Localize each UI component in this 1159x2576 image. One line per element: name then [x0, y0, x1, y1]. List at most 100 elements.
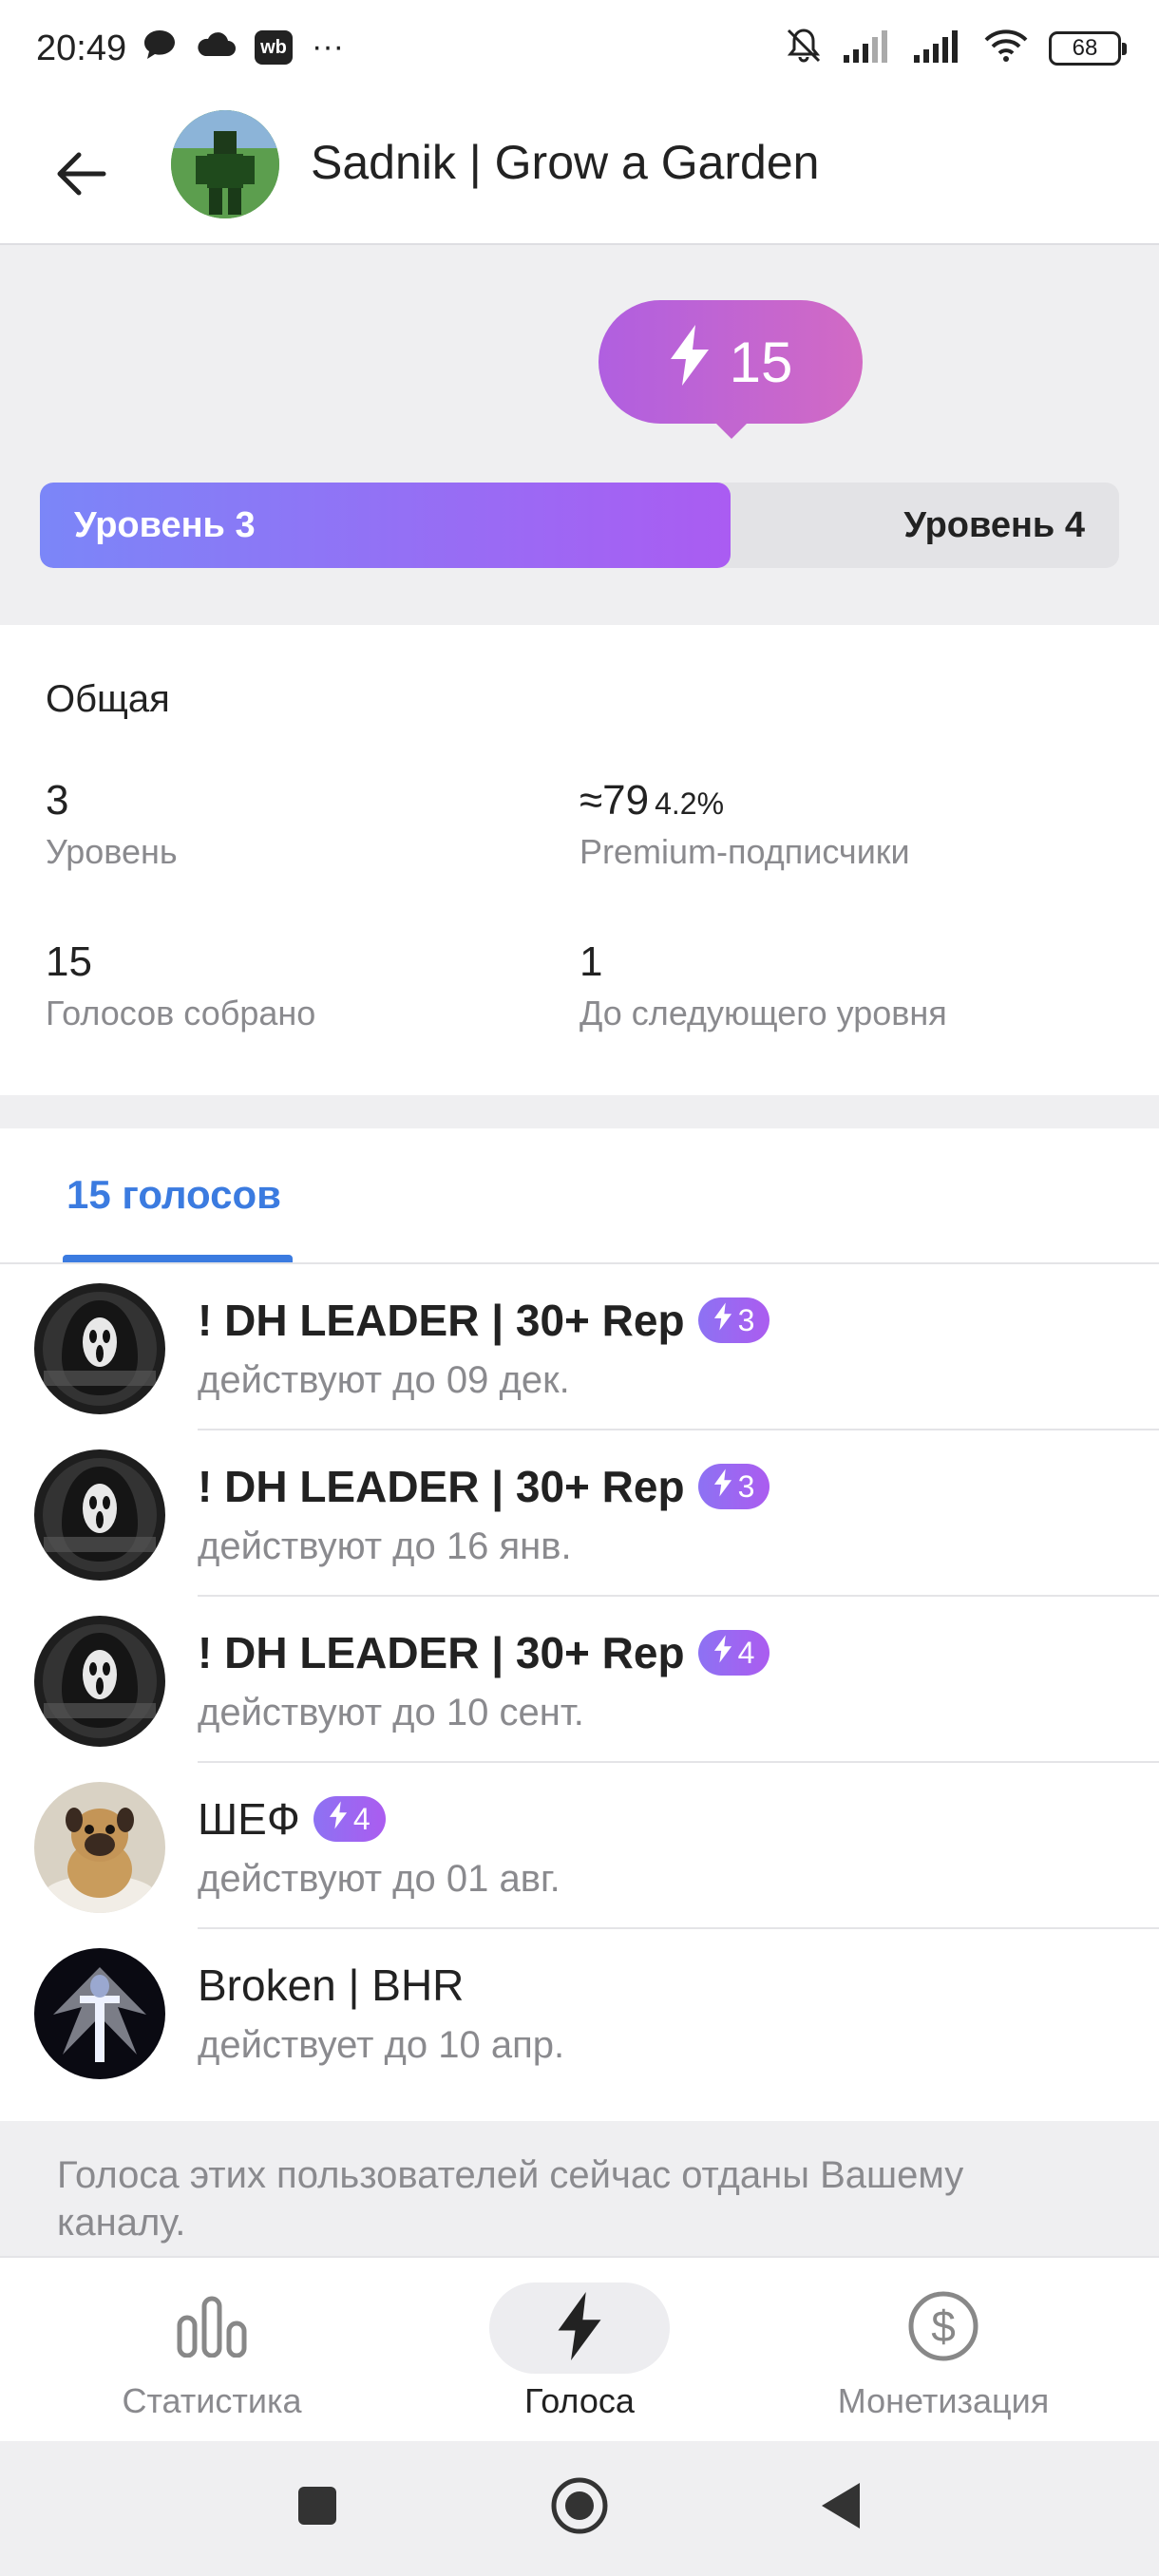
wb-icon: wb [255, 29, 293, 65]
booster-name-row: ! DH LEADER | 30+ Rep 4 [198, 1627, 770, 1678]
boost-count-chip: 3 [697, 1297, 770, 1343]
tab-statistics[interactable]: Статистика [19, 2258, 405, 2443]
page-title: Sadnik | Grow a Garden [311, 136, 820, 189]
boost-count-chip: 4 [697, 1630, 770, 1676]
tab-boosts-label: Голоса [524, 2381, 635, 2420]
boost-expiry: действуют до 09 дек. [198, 1359, 570, 1401]
stat-premium-label: Premium-подписчики [580, 832, 910, 871]
boost-expiry: действует до 10 апр. [198, 2024, 565, 2066]
mute-icon [785, 27, 823, 69]
stat-remaining-label: До следующего уровня [580, 994, 947, 1032]
boost-expiry: действуют до 01 авг. [198, 1858, 560, 1900]
boost-count-chip: 4 [313, 1796, 386, 1842]
stat-premium-percent: 4.2% [655, 786, 725, 821]
general-stats-card: Общая 3 Уровень ≈79 4.2% Premium-подписчи… [0, 625, 1159, 1095]
arrow-left-icon [54, 151, 107, 201]
tab-statistics-label: Статистика [122, 2381, 302, 2420]
stat-premium-value: ≈79 [580, 777, 650, 824]
booster-name: ШЕФ [198, 1794, 300, 1844]
booster-name-row: ШЕФ 4 [198, 1793, 386, 1845]
list-item[interactable]: ШЕФ 4 действуют до 01 авг. [0, 1763, 1159, 1929]
stat-premium: ≈79 4.2% Premium-подписчики [580, 777, 910, 872]
circle-icon [550, 2476, 609, 2540]
booster-name-row: ! DH LEADER | 30+ Rep 3 [198, 1461, 770, 1512]
back-button[interactable] [38, 133, 124, 218]
boosters-list-card: 15 голосов ! DH LEADER | 30+ Rep 3 дейст [0, 1128, 1159, 2121]
lightning-icon [713, 1468, 732, 1505]
booster-name: ! DH LEADER | 30+ Rep [198, 1462, 685, 1511]
next-level-label: Уровень 4 [903, 505, 1085, 545]
info-note: Голоса этих пользователей сейчас отданы … [57, 2154, 964, 2244]
list-item[interactable]: ! DH LEADER | 30+ Rep 3 действуют до 09 … [0, 1264, 1159, 1430]
tab-boosts-nav[interactable]: Голоса [387, 2258, 772, 2443]
nav-icon-container [122, 2282, 302, 2374]
stat-remaining-value: 1 [580, 938, 603, 985]
lightning-icon [713, 1635, 732, 1671]
lightning-icon [713, 1302, 732, 1338]
boost-count-badge: 15 [598, 300, 863, 439]
booster-name-row: ! DH LEADER | 30+ Rep 3 [198, 1295, 770, 1346]
booster-name: Broken | BHR [198, 1960, 465, 2010]
booster-name: ! DH LEADER | 30+ Rep [198, 1296, 685, 1345]
boost-expiry: действуют до 16 янв. [198, 1525, 572, 1567]
avatar [34, 1449, 165, 1581]
stat-boosts: 15 Голосов собрано [46, 938, 315, 1033]
bottom-navigation: Статистика Голоса $ Монетизация [0, 2256, 1159, 2441]
boost-count: 3 [737, 1468, 755, 1504]
status-bar: 20:49 wb ··· 68 [0, 0, 1159, 95]
avatar [34, 1283, 165, 1414]
status-time: 20:49 [36, 28, 127, 68]
bar-chart-icon [176, 2295, 248, 2362]
stat-premium-value-row: ≈79 4.2% [580, 777, 910, 824]
channel-avatar[interactable] [171, 110, 279, 218]
boost-count: 15 [729, 330, 793, 394]
boost-progress-section: 15 Уровень 3 Уровень 4 [0, 245, 1159, 625]
current-level-label: Уровень 3 [74, 505, 256, 545]
section-title: Общая [46, 678, 170, 720]
chat-icon [142, 28, 177, 66]
boost-count: 4 [737, 1635, 755, 1670]
tab-active-indicator [63, 1255, 293, 1262]
battery-icon: 68 [1049, 30, 1127, 66]
square-icon [296, 2485, 338, 2531]
list-item[interactable]: Broken | BHR действует до 10 апр. [0, 1929, 1159, 2095]
system-navigation-bar [0, 2441, 1159, 2576]
wifi-icon [984, 28, 1028, 67]
lightning-icon [329, 1801, 348, 1837]
dollar-circle-icon: $ [907, 2290, 979, 2367]
avatar [34, 1948, 165, 2079]
stat-level: 3 Уровень [46, 777, 178, 872]
list-item[interactable]: ! DH LEADER | 30+ Rep 4 действуют до 10 … [0, 1597, 1159, 1763]
level-progress-bar: Уровень 3 Уровень 4 [40, 483, 1119, 568]
app-header: Sadnik | Grow a Garden [0, 95, 1159, 245]
stat-boosts-value: 15 [46, 938, 92, 985]
triangle-back-icon [818, 2481, 864, 2535]
tab-monetization[interactable]: $ Монетизация [750, 2258, 1136, 2443]
signal-icon [914, 28, 963, 67]
stat-boosts-label: Голосов собрано [46, 994, 316, 1032]
booster-name-row: Broken | BHR [198, 1960, 464, 2011]
list-item[interactable]: ! DH LEADER | 30+ Rep 3 действуют до 16 … [0, 1430, 1159, 1597]
boost-expiry: действуют до 10 сент. [198, 1692, 584, 1733]
back-nav-button[interactable] [803, 2470, 879, 2546]
nav-icon-container: $ [853, 2282, 1034, 2374]
boost-count: 3 [737, 1302, 755, 1337]
signal-icon [844, 28, 893, 67]
stat-level-label: Уровень [46, 832, 178, 871]
stat-remaining: 1 До следующего уровня [580, 938, 947, 1033]
cloud-icon [196, 31, 236, 63]
lightning-icon [556, 2291, 603, 2365]
lightning-icon [669, 325, 711, 399]
svg-text:$: $ [931, 2301, 956, 2351]
stat-level-value: 3 [46, 777, 69, 824]
tab-boosts[interactable]: 15 голосов [66, 1172, 281, 1218]
tab-monetization-label: Монетизация [837, 2381, 1050, 2420]
booster-name: ! DH LEADER | 30+ Rep [198, 1628, 685, 1677]
avatar [34, 1616, 165, 1747]
nav-icon-container [489, 2282, 670, 2374]
recents-button[interactable] [279, 2470, 355, 2546]
boost-count: 4 [352, 1801, 370, 1836]
home-button[interactable] [542, 2470, 618, 2546]
boost-count-chip: 3 [697, 1464, 770, 1509]
avatar [34, 1782, 165, 1913]
